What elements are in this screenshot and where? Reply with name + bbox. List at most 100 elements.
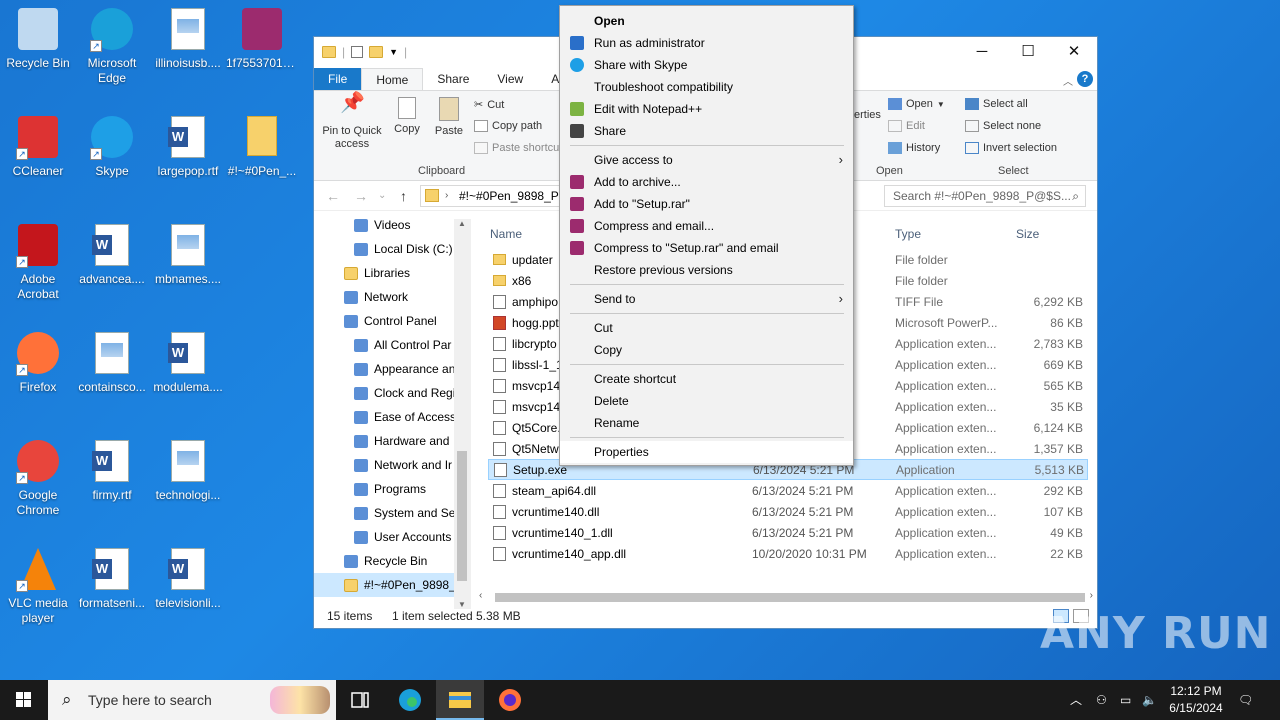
copy-path-button[interactable]: Copy path bbox=[474, 120, 542, 132]
desktop-icon[interactable]: ↗ Firefox bbox=[0, 332, 76, 395]
context-menu-item[interactable]: Properties bbox=[560, 441, 853, 463]
desktop-icon[interactable]: Wmodulema.... bbox=[150, 332, 226, 395]
nav-item[interactable]: System and Se bbox=[314, 501, 470, 525]
help-icon[interactable]: ? bbox=[1077, 71, 1093, 87]
desktop-icon[interactable]: Wformatseni... bbox=[74, 548, 150, 611]
desktop-icon[interactable]: Wadvancea.... bbox=[74, 224, 150, 287]
desktop-icon[interactable]: 1f7553701e... bbox=[224, 8, 300, 71]
context-menu-item[interactable]: Add to "Setup.rar" bbox=[560, 193, 853, 215]
minimize-button[interactable]: ─ bbox=[959, 37, 1005, 67]
copy-button[interactable]: Copy bbox=[390, 97, 424, 136]
collapse-ribbon-icon[interactable]: ︿ bbox=[1063, 73, 1073, 88]
action-center-icon[interactable]: 🗨 bbox=[1238, 680, 1258, 720]
properties-qat-icon[interactable] bbox=[351, 46, 364, 58]
desktop-icon[interactable]: mbnames.... bbox=[150, 224, 226, 287]
nav-item[interactable]: #!~#0Pen_9898_ bbox=[314, 573, 470, 597]
history-button[interactable]: History bbox=[888, 142, 940, 154]
paste-button[interactable]: Paste bbox=[432, 97, 466, 138]
nav-item[interactable]: Hardware and bbox=[314, 429, 470, 453]
task-view-button[interactable] bbox=[336, 680, 384, 720]
column-header-type[interactable]: Type bbox=[895, 222, 921, 246]
context-menu-item[interactable]: Edit with Notepad++ bbox=[560, 98, 853, 120]
context-menu-item[interactable]: Cut bbox=[560, 317, 853, 339]
desktop-icon[interactable]: containsco... bbox=[74, 332, 150, 395]
file-row[interactable]: vcruntime140_1.dll 6/13/2024 5:21 PM Appli… bbox=[488, 522, 1088, 543]
ribbon-tab-share[interactable]: Share bbox=[423, 68, 483, 90]
context-menu-item[interactable]: Share bbox=[560, 120, 853, 142]
horizontal-scroll-thumb[interactable] bbox=[495, 593, 1085, 602]
context-menu-item[interactable]: Open bbox=[560, 10, 853, 32]
nav-item[interactable]: Local Disk (C:) bbox=[314, 237, 470, 261]
desktop-icon[interactable]: Recycle Bin bbox=[0, 8, 76, 71]
nav-item[interactable]: Libraries bbox=[314, 261, 470, 285]
context-menu-item[interactable]: Give access to › bbox=[560, 149, 853, 171]
ribbon-tab-home[interactable]: Home bbox=[361, 68, 424, 90]
taskbar-edge[interactable] bbox=[386, 680, 434, 720]
select-none-button[interactable]: Select none bbox=[965, 120, 1041, 132]
network-icon[interactable]: ▭ bbox=[1120, 680, 1131, 720]
desktop-icon[interactable]: ↗ Microsoft Edge bbox=[74, 8, 150, 86]
desktop-icon[interactable]: Wfirmy.rtf bbox=[74, 440, 150, 503]
properties-button[interactable]: erties bbox=[854, 109, 884, 122]
back-arrow-icon[interactable]: ← bbox=[326, 188, 340, 204]
new-folder-qat-icon[interactable] bbox=[369, 46, 384, 58]
forward-arrow-icon[interactable]: → bbox=[354, 188, 368, 204]
file-row[interactable]: vcruntime140.dll 6/13/2024 5:21 PM Applica… bbox=[488, 501, 1088, 522]
nav-item[interactable]: Appearance an bbox=[314, 357, 470, 381]
show-hidden-icons-icon[interactable]: ︿ bbox=[1070, 680, 1082, 720]
context-menu-item[interactable]: Troubleshoot compatibility bbox=[560, 76, 853, 98]
desktop-icon[interactable]: ↗ Adobe Acrobat bbox=[0, 224, 76, 302]
taskbar-firefox[interactable] bbox=[486, 680, 534, 720]
edit-button[interactable]: Edit bbox=[888, 120, 925, 132]
open-button[interactable]: Open ▼ bbox=[888, 98, 945, 110]
qat-dropdown-icon[interactable]: ▼ bbox=[389, 47, 398, 57]
file-row[interactable]: vcruntime140_app.dll 10/20/2020 10:31 PM A… bbox=[488, 543, 1088, 564]
context-menu-item[interactable]: Share with Skype bbox=[560, 54, 853, 76]
taskbar-search-box[interactable]: ⌕ Type here to search bbox=[48, 680, 336, 720]
context-menu-item[interactable]: Run as administrator bbox=[560, 32, 853, 54]
close-button[interactable]: ✕ bbox=[1051, 37, 1097, 67]
context-menu-item[interactable]: Copy bbox=[560, 339, 853, 361]
context-menu-item[interactable]: Restore previous versions bbox=[560, 259, 853, 281]
nav-item[interactable]: User Accounts bbox=[314, 525, 470, 549]
nav-item[interactable]: All Control Par bbox=[314, 333, 470, 357]
ribbon-tab-view[interactable]: View bbox=[483, 68, 537, 90]
desktop-icon[interactable]: #!~#0Pen_... bbox=[224, 116, 300, 179]
nav-item[interactable]: Videos bbox=[314, 213, 470, 237]
start-button[interactable] bbox=[0, 680, 48, 720]
maximize-button[interactable]: ☐ bbox=[1005, 37, 1051, 67]
up-arrow-icon[interactable]: ↑ bbox=[400, 188, 407, 204]
context-menu-item[interactable]: Delete bbox=[560, 390, 853, 412]
taskbar-clock[interactable]: 12:12 PM 6/15/2024 bbox=[1156, 683, 1236, 717]
context-menu-item[interactable]: Compress and email... bbox=[560, 215, 853, 237]
scroll-right-icon[interactable]: › bbox=[1090, 590, 1093, 601]
volume-icon[interactable]: 🔈 bbox=[1142, 680, 1157, 720]
context-menu-item[interactable]: Create shortcut bbox=[560, 368, 853, 390]
nav-item[interactable]: Control Panel bbox=[314, 309, 470, 333]
context-menu-item[interactable]: Rename bbox=[560, 412, 853, 434]
desktop-icon[interactable]: Wtelevisionli... bbox=[150, 548, 226, 611]
context-menu-item[interactable]: Add to archive... bbox=[560, 171, 853, 193]
cut-button[interactable]: ✂ Cut bbox=[474, 98, 504, 112]
column-header-name[interactable]: Name bbox=[490, 222, 522, 246]
desktop-icon[interactable]: ↗ VLC media player bbox=[0, 548, 76, 626]
file-row[interactable]: steam_api64.dll 6/13/2024 5:21 PM Applicat… bbox=[488, 480, 1088, 501]
desktop-icon[interactable]: ↗ CCleaner bbox=[0, 116, 76, 179]
scroll-left-icon[interactable]: ‹ bbox=[479, 590, 482, 601]
paste-shortcut-button[interactable]: Paste shortcut bbox=[474, 142, 562, 154]
context-menu-item[interactable]: Compress to "Setup.rar" and email bbox=[560, 237, 853, 259]
nav-item[interactable]: Clock and Regi bbox=[314, 381, 470, 405]
nav-item[interactable]: Network bbox=[314, 285, 470, 309]
nav-item[interactable]: Programs bbox=[314, 477, 470, 501]
desktop-icon[interactable]: illinoisusb.... bbox=[150, 8, 226, 71]
context-menu-item[interactable]: Send to › bbox=[560, 288, 853, 310]
address-input[interactable]: › #!~#0Pen_9898_P@ bbox=[420, 185, 560, 207]
desktop-icon[interactable]: Wlargepop.rtf bbox=[150, 116, 226, 179]
people-icon[interactable]: ⚇ bbox=[1096, 680, 1107, 720]
search-input[interactable]: Search #!~#0Pen_9898_P@$S... ⌕ bbox=[884, 185, 1086, 207]
desktop-icon[interactable]: ↗ Google Chrome bbox=[0, 440, 76, 518]
desktop-icon[interactable]: technologi... bbox=[150, 440, 226, 503]
nav-scroll-thumb[interactable] bbox=[457, 451, 467, 581]
nav-item[interactable]: Network and Ir bbox=[314, 453, 470, 477]
desktop-icon[interactable]: ↗ Skype bbox=[74, 116, 150, 179]
